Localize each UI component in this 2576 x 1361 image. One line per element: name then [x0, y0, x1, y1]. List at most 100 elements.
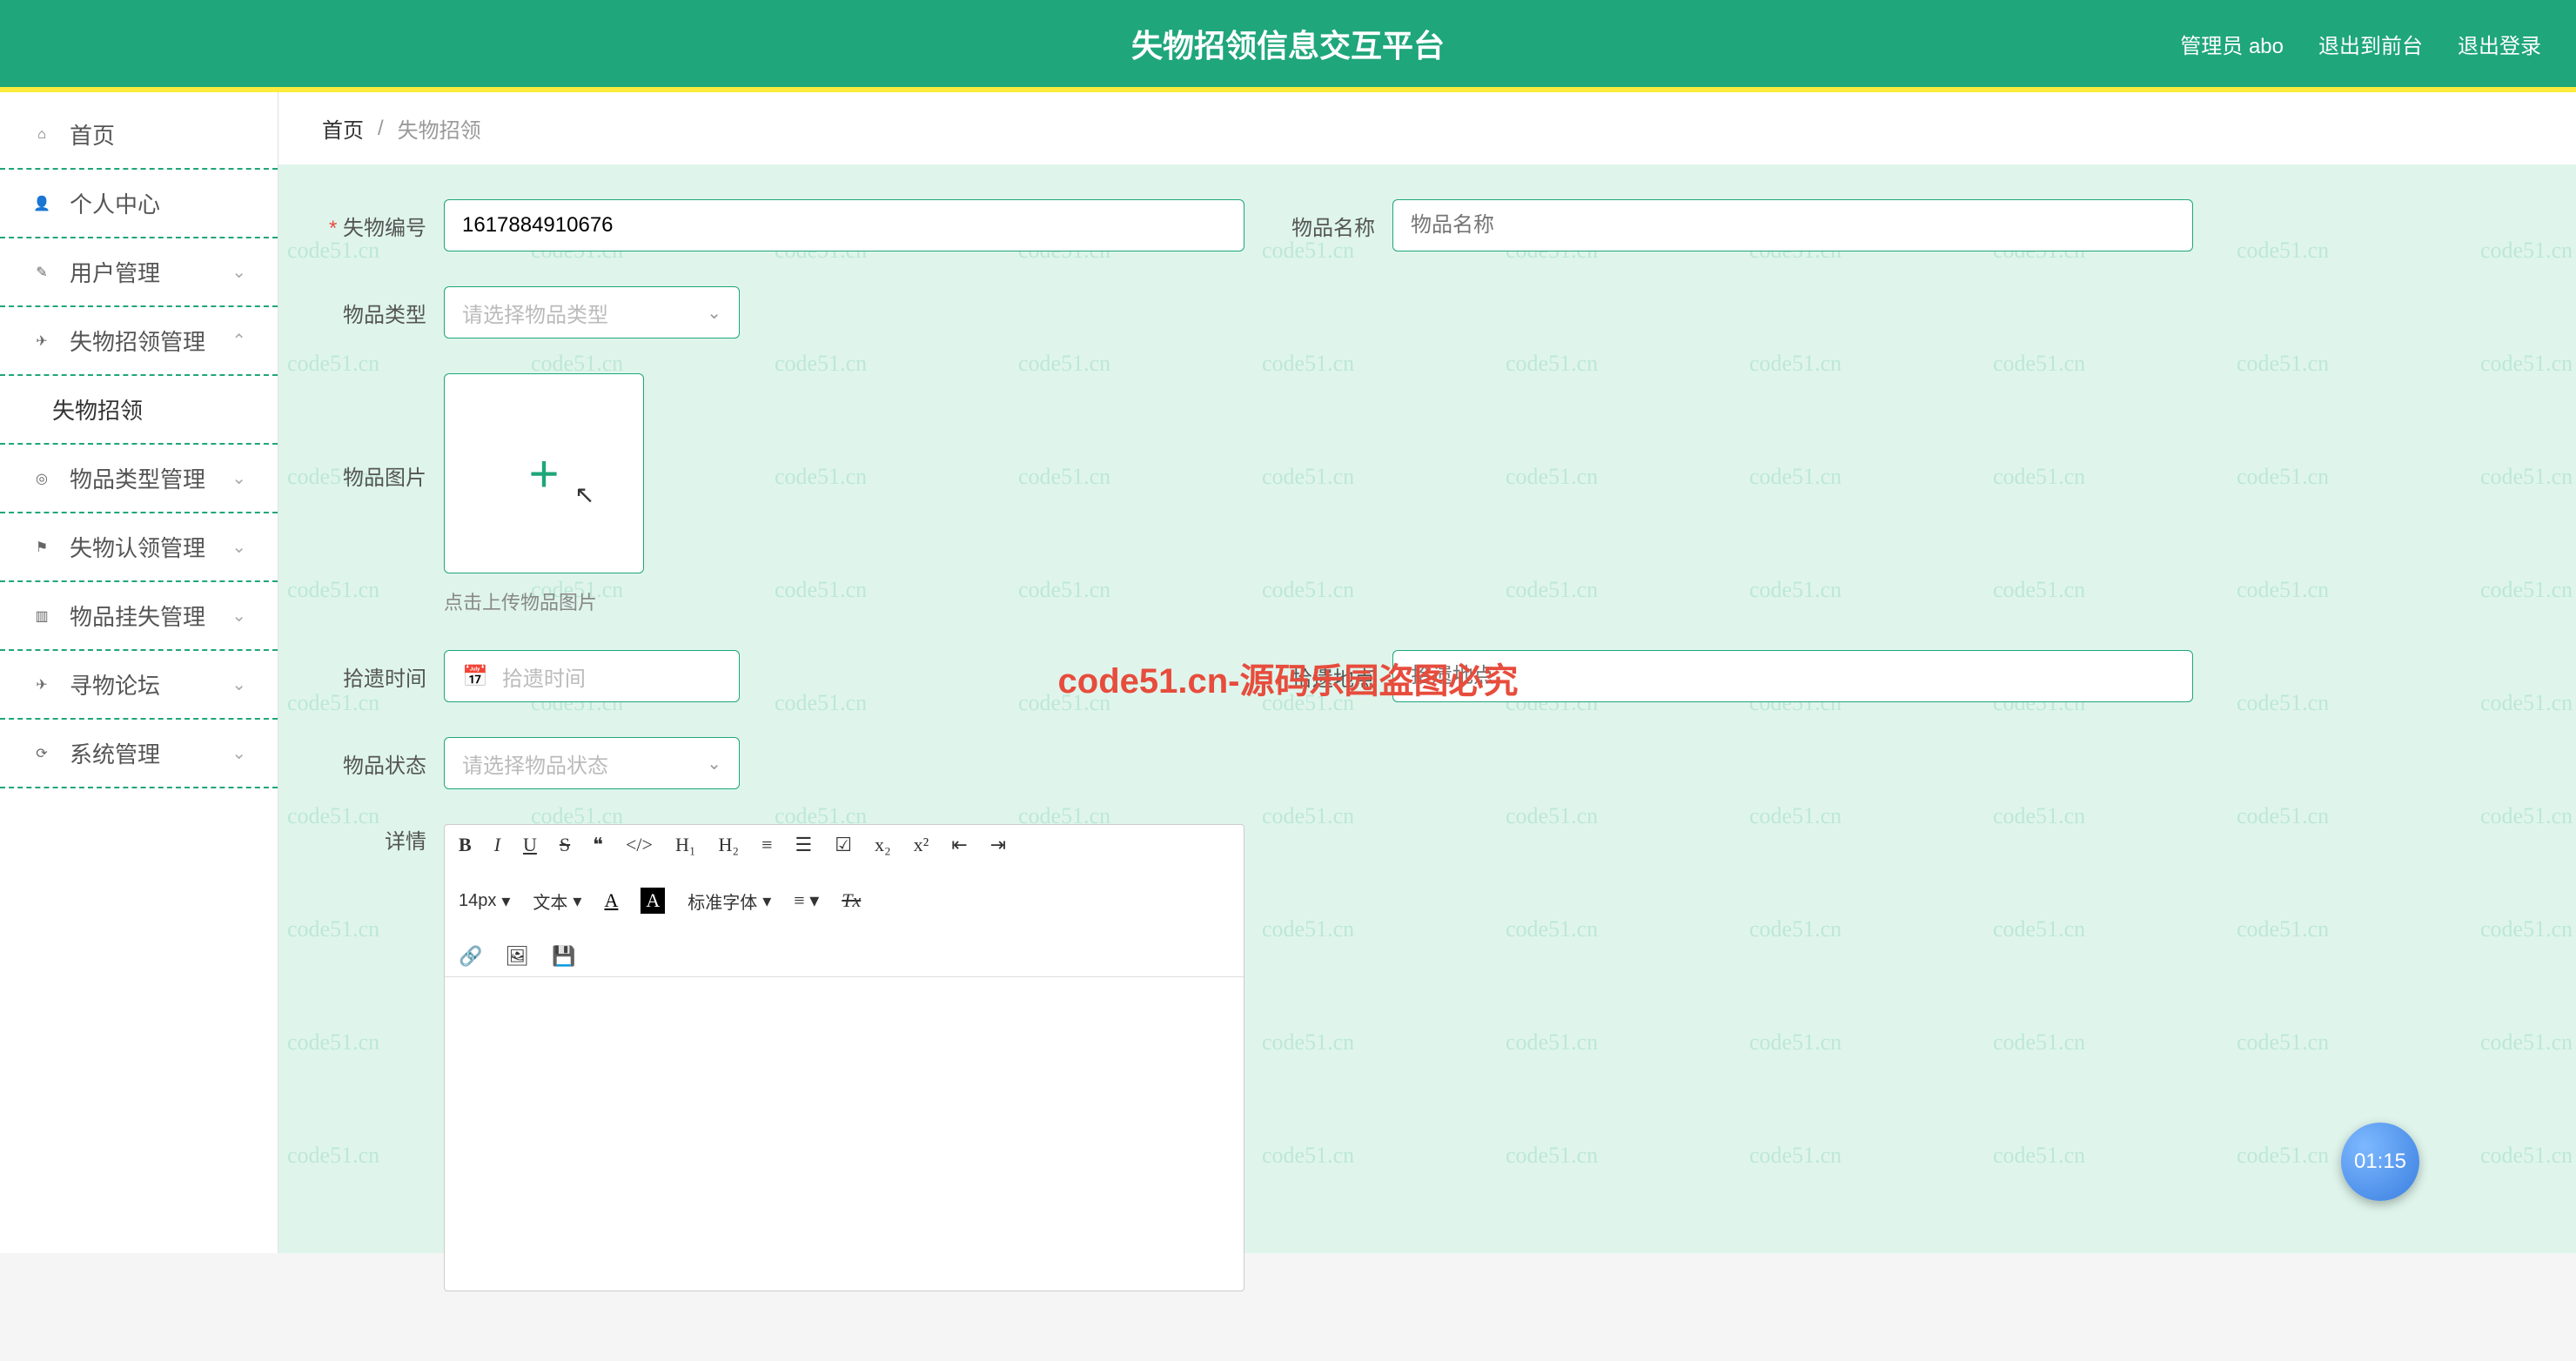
sidebar-item-label: 物品挂失管理	[70, 600, 205, 632]
font-color-button[interactable]: A	[604, 889, 618, 912]
subscript-button[interactable]: x₂	[875, 834, 891, 856]
sidebar-item-claim-mgmt[interactable]: ⚑ 失物认领管理 ⌄	[0, 513, 278, 582]
main-content: 首页 / 失物招领 失物编号 物品名称 物品类型 请选择物品类型	[278, 92, 2576, 1253]
chart-icon: ▥	[31, 606, 52, 627]
bg-color-button[interactable]: A	[641, 888, 665, 914]
indent-out-button[interactable]: ⇤	[951, 834, 967, 856]
upload-hint: 点击上传物品图片	[444, 587, 644, 615]
label-item-name: 物品名称	[1262, 211, 1375, 241]
select-placeholder: 请选择物品状态	[462, 748, 608, 779]
form-area: 失物编号 物品名称 物品类型 请选择物品类型 ⌄	[278, 164, 2576, 1361]
exit-front-button[interactable]: 退出到前台	[2318, 29, 2423, 59]
sidebar-item-label: 失物认领管理	[70, 531, 205, 563]
app-title: 失物招领信息交互平台	[1131, 21, 1445, 66]
label-item-image: 物品图片	[313, 460, 426, 491]
sidebar-item-system-mgmt[interactable]: ⟳ 系统管理 ⌄	[0, 720, 278, 788]
label-pickup-time: 拾遗时间	[313, 661, 426, 692]
sidebar-item-lost-report-mgmt[interactable]: ▥ 物品挂失管理 ⌄	[0, 582, 278, 651]
link-button[interactable]: 🔗	[459, 945, 482, 968]
font-family-select[interactable]: 标准字体 ▾	[688, 888, 771, 914]
font-size-select[interactable]: 14px ▾	[459, 890, 510, 912]
editor-body[interactable]	[445, 977, 1244, 1291]
plus-icon: +	[528, 444, 559, 504]
exit-login-button[interactable]: 退出登录	[2458, 29, 2541, 59]
input-pickup-place[interactable]	[1392, 650, 2193, 702]
code-button[interactable]: </>	[626, 834, 653, 856]
chevron-down-icon: ⌄	[707, 753, 721, 774]
breadcrumb-sep: /	[378, 117, 384, 141]
insert-image-button[interactable]: 🖼	[505, 945, 529, 968]
sidebar-item-profile[interactable]: 👤 个人中心	[0, 170, 278, 238]
refresh-icon: ⟳	[31, 743, 52, 764]
indent-in-button[interactable]: ⇥	[990, 834, 1006, 856]
save-editor-button[interactable]: 💾	[552, 945, 575, 968]
breadcrumb-current: 失物招领	[398, 113, 481, 144]
tasklist-button[interactable]: ☑	[835, 834, 852, 856]
tag-icon: ◎	[31, 468, 52, 489]
flag-icon: ⚑	[31, 537, 52, 558]
chevron-down-icon: ⌄	[707, 302, 721, 324]
edit-icon: ✎	[31, 262, 52, 283]
sidebar-item-home[interactable]: ⌂ 首页	[0, 101, 278, 170]
clear-format-button[interactable]: Tx	[842, 889, 861, 912]
label-detail: 详情	[313, 824, 426, 855]
underline-button[interactable]: U	[523, 834, 537, 856]
home-icon: ⌂	[31, 124, 52, 145]
label-pickup-place: 拾遗地点	[1262, 661, 1375, 692]
sidebar: ⌂ 首页 👤 个人中心 ✎ 用户管理 ⌄ ✈ 失物招领管理 ⌃ 失物招领 ◎ 物…	[0, 92, 278, 1253]
label-lost-id: 失物编号	[313, 211, 426, 241]
chevron-down-icon: ⌄	[231, 536, 246, 558]
header-right: 管理员 abo 退出到前台 退出登录	[2180, 29, 2541, 59]
breadcrumb-home[interactable]: 首页	[322, 113, 364, 144]
sidebar-sub-lost-found[interactable]: 失物招领	[0, 376, 278, 445]
chevron-down-icon: ⌄	[231, 742, 246, 764]
breadcrumb: 首页 / 失物招领	[278, 92, 2576, 164]
chevron-down-icon: ⌄	[231, 605, 246, 627]
select-placeholder: 请选择物品类型	[462, 298, 608, 328]
sidebar-item-type-mgmt[interactable]: ◎ 物品类型管理 ⌄	[0, 445, 278, 513]
italic-button[interactable]: I	[494, 834, 500, 856]
chevron-down-icon: ⌄	[231, 674, 246, 695]
plane-icon: ✈	[31, 331, 52, 352]
sidebar-item-label: 首页	[70, 118, 115, 151]
date-placeholder: 拾遗时间	[502, 661, 586, 692]
label-item-type: 物品类型	[313, 298, 426, 328]
calendar-icon: 📅	[462, 664, 488, 689]
upload-image-button[interactable]: +	[444, 373, 644, 573]
sidebar-item-user-mgmt[interactable]: ✎ 用户管理 ⌄	[0, 238, 278, 307]
sidebar-item-label: 寻物论坛	[70, 668, 160, 701]
sidebar-item-label: 物品类型管理	[70, 462, 205, 494]
h2-button[interactable]: H₂	[719, 834, 740, 856]
select-item-status[interactable]: 请选择物品状态 ⌄	[444, 737, 740, 789]
editor-toolbar: B I U S ❝ </> H₁ H₂ ≡ ☰ ☑ x₂ x²	[445, 825, 1244, 977]
strike-button[interactable]: S	[560, 834, 570, 856]
list-ul-button[interactable]: ☰	[795, 834, 812, 856]
sidebar-item-label: 用户管理	[70, 256, 160, 288]
sidebar-item-forum[interactable]: ✈ 寻物论坛 ⌄	[0, 651, 278, 720]
heading-select[interactable]: 文本 ▾	[533, 888, 581, 914]
label-item-status: 物品状态	[313, 748, 426, 779]
sidebar-item-lost-found-mgmt[interactable]: ✈ 失物招领管理 ⌃	[0, 307, 278, 376]
input-lost-id[interactable]	[444, 199, 1244, 251]
input-pickup-time[interactable]: 📅 拾遗时间	[444, 650, 740, 702]
sidebar-item-label: 系统管理	[70, 737, 160, 769]
bold-button[interactable]: B	[459, 834, 472, 856]
rich-text-editor: B I U S ❝ </> H₁ H₂ ≡ ☰ ☑ x₂ x²	[444, 824, 1244, 1291]
sidebar-sub-label: 失物招领	[52, 398, 143, 424]
quote-button[interactable]: ❝	[593, 834, 603, 856]
sidebar-item-label: 失物招领管理	[70, 325, 205, 357]
input-item-name[interactable]	[1392, 199, 2193, 251]
align-button[interactable]: ≡ ▾	[794, 889, 819, 912]
time-badge[interactable]: 01:15	[2341, 1123, 2419, 1201]
list-ol-button[interactable]: ≡	[761, 834, 772, 856]
app-header: 失物招领信息交互平台 管理员 abo 退出到前台 退出登录	[0, 0, 2576, 87]
sidebar-item-label: 个人中心	[70, 187, 160, 219]
admin-label[interactable]: 管理员 abo	[2180, 29, 2284, 59]
chevron-down-icon: ⌄	[231, 261, 246, 283]
plane-icon: ✈	[31, 674, 52, 695]
chevron-down-icon: ⌄	[231, 467, 246, 489]
h1-button[interactable]: H₁	[675, 834, 696, 856]
superscript-button[interactable]: x²	[914, 834, 929, 856]
chevron-up-icon: ⌃	[231, 330, 246, 352]
select-item-type[interactable]: 请选择物品类型 ⌄	[444, 286, 740, 339]
